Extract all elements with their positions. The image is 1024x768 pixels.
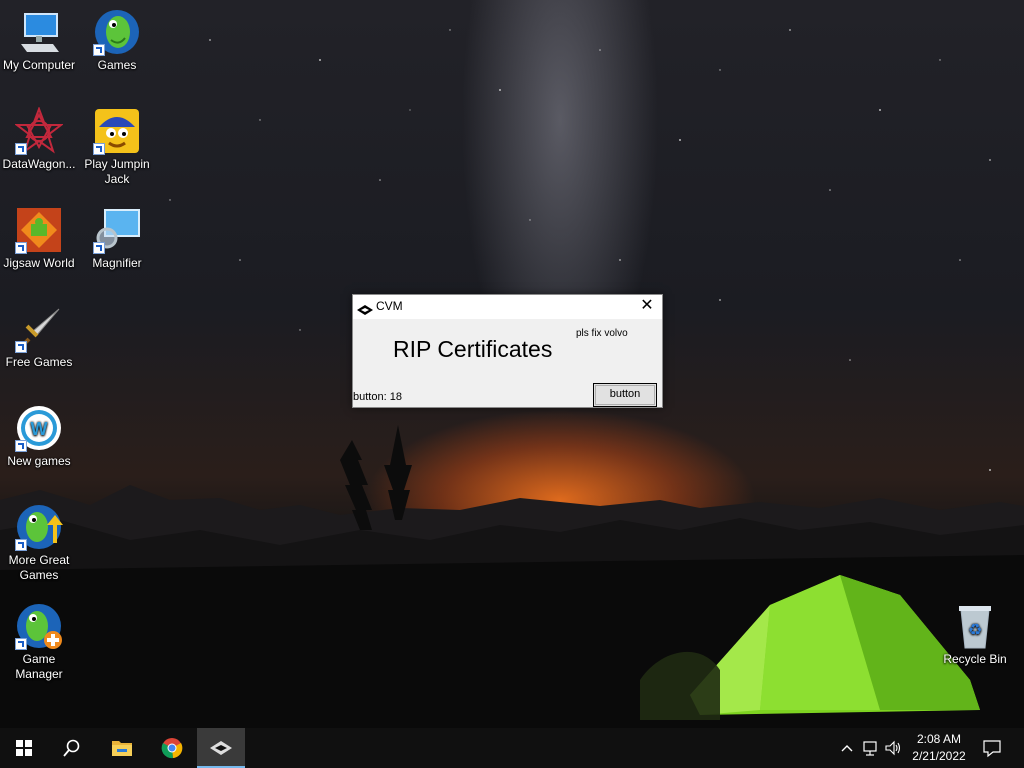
dialog-title: CVM [376, 299, 403, 313]
desktop-icon-new-games[interactable]: W New games [0, 404, 78, 469]
taskbar-chrome[interactable] [148, 728, 196, 768]
taskbar-clock[interactable]: 2:08 AM 2/21/2022 [906, 731, 972, 765]
svg-text:♻: ♻ [968, 620, 982, 639]
svg-text:W: W [31, 419, 48, 439]
chrome-icon [161, 738, 183, 759]
desktop-icon-datawagon[interactable]: DataWagon... [0, 107, 78, 172]
desktop-icon-label: Game Manager [15, 652, 63, 681]
desktop-icon-label: My Computer [2, 58, 76, 72]
desktop-icon-magnifier[interactable]: Magnifier [78, 206, 156, 271]
recycle-bin-icon: ♻ [951, 602, 999, 650]
datawagon-icon [15, 107, 63, 155]
cvm-app-icon [210, 741, 232, 755]
clock-date: 2/21/2022 [912, 749, 966, 763]
file-explorer-icon [112, 741, 132, 756]
desktop-icon-label: DataWagon... [2, 157, 76, 171]
clock-time: 2:08 AM [916, 732, 962, 746]
magnifier-icon [93, 206, 141, 254]
cvm-dialog: CVM ✕ RIP Certificates pls fix volvo but… [352, 294, 663, 408]
desktop-icon-game-manager[interactable]: Game Manager [0, 602, 78, 682]
network-icon[interactable] [862, 738, 880, 758]
dialog-button[interactable]: button [593, 383, 657, 407]
desktop-icon-label: Games [97, 58, 137, 72]
desktop-icon-label: Jigsaw World [3, 256, 75, 270]
close-icon[interactable]: ✕ [632, 295, 662, 319]
desktop-icon-label: Play Jumpin Jack [84, 157, 150, 186]
dialog-button-label: button [609, 388, 641, 400]
desktop-icon-label: Free Games [5, 355, 73, 369]
windows-start-icon [16, 740, 32, 756]
desktop-icon-label: New games [7, 454, 71, 468]
desktop-icon-play-jumpin-jack[interactable]: Play Jumpin Jack [78, 107, 156, 187]
desktop-icon-jigsaw-world[interactable]: Jigsaw World [0, 206, 78, 271]
chevron-up-icon[interactable] [840, 738, 854, 758]
search-button[interactable] [48, 728, 96, 768]
dialog-titlebar[interactable]: CVM ✕ [353, 295, 662, 319]
action-center-icon[interactable] [982, 738, 1002, 758]
taskbar: 2:08 AM 2/21/2022 [0, 728, 1024, 768]
dialog-headline: RIP Certificates [393, 336, 553, 362]
desktop-icon-more-great-games[interactable]: More Great Games [0, 503, 78, 583]
more-games-icon [15, 503, 63, 551]
volume-icon[interactable] [884, 738, 902, 758]
wallpaper-landscape [0, 425, 1024, 730]
search-icon [63, 739, 80, 757]
new-games-icon: W [15, 404, 63, 452]
games-fish-icon [93, 8, 141, 56]
game-manager-icon [15, 602, 63, 650]
dialog-note: pls fix volvo [576, 328, 628, 339]
sword-icon [15, 305, 63, 353]
start-button[interactable] [0, 728, 48, 768]
dialog-status-text: button: 18 [353, 391, 402, 403]
desktop-icon-my-computer[interactable]: My Computer [0, 8, 78, 73]
taskbar-file-explorer[interactable] [98, 728, 146, 768]
desktop-icon-free-games[interactable]: Free Games [0, 305, 78, 370]
desktop-icon-label: Recycle Bin [943, 652, 1007, 666]
jumpin-jack-icon [93, 107, 141, 155]
cvm-app-icon [357, 302, 373, 320]
jigsaw-icon [15, 206, 63, 254]
desktop-icon-recycle-bin[interactable]: ♻ Recycle Bin [936, 602, 1014, 667]
taskbar-cvm-app[interactable] [197, 728, 245, 768]
computer-icon [15, 8, 63, 56]
desktop-icon-label: Magnifier [92, 256, 142, 270]
desktop-icon-label: More Great Games [8, 553, 70, 582]
desktop-icon-games[interactable]: Games [78, 8, 156, 73]
